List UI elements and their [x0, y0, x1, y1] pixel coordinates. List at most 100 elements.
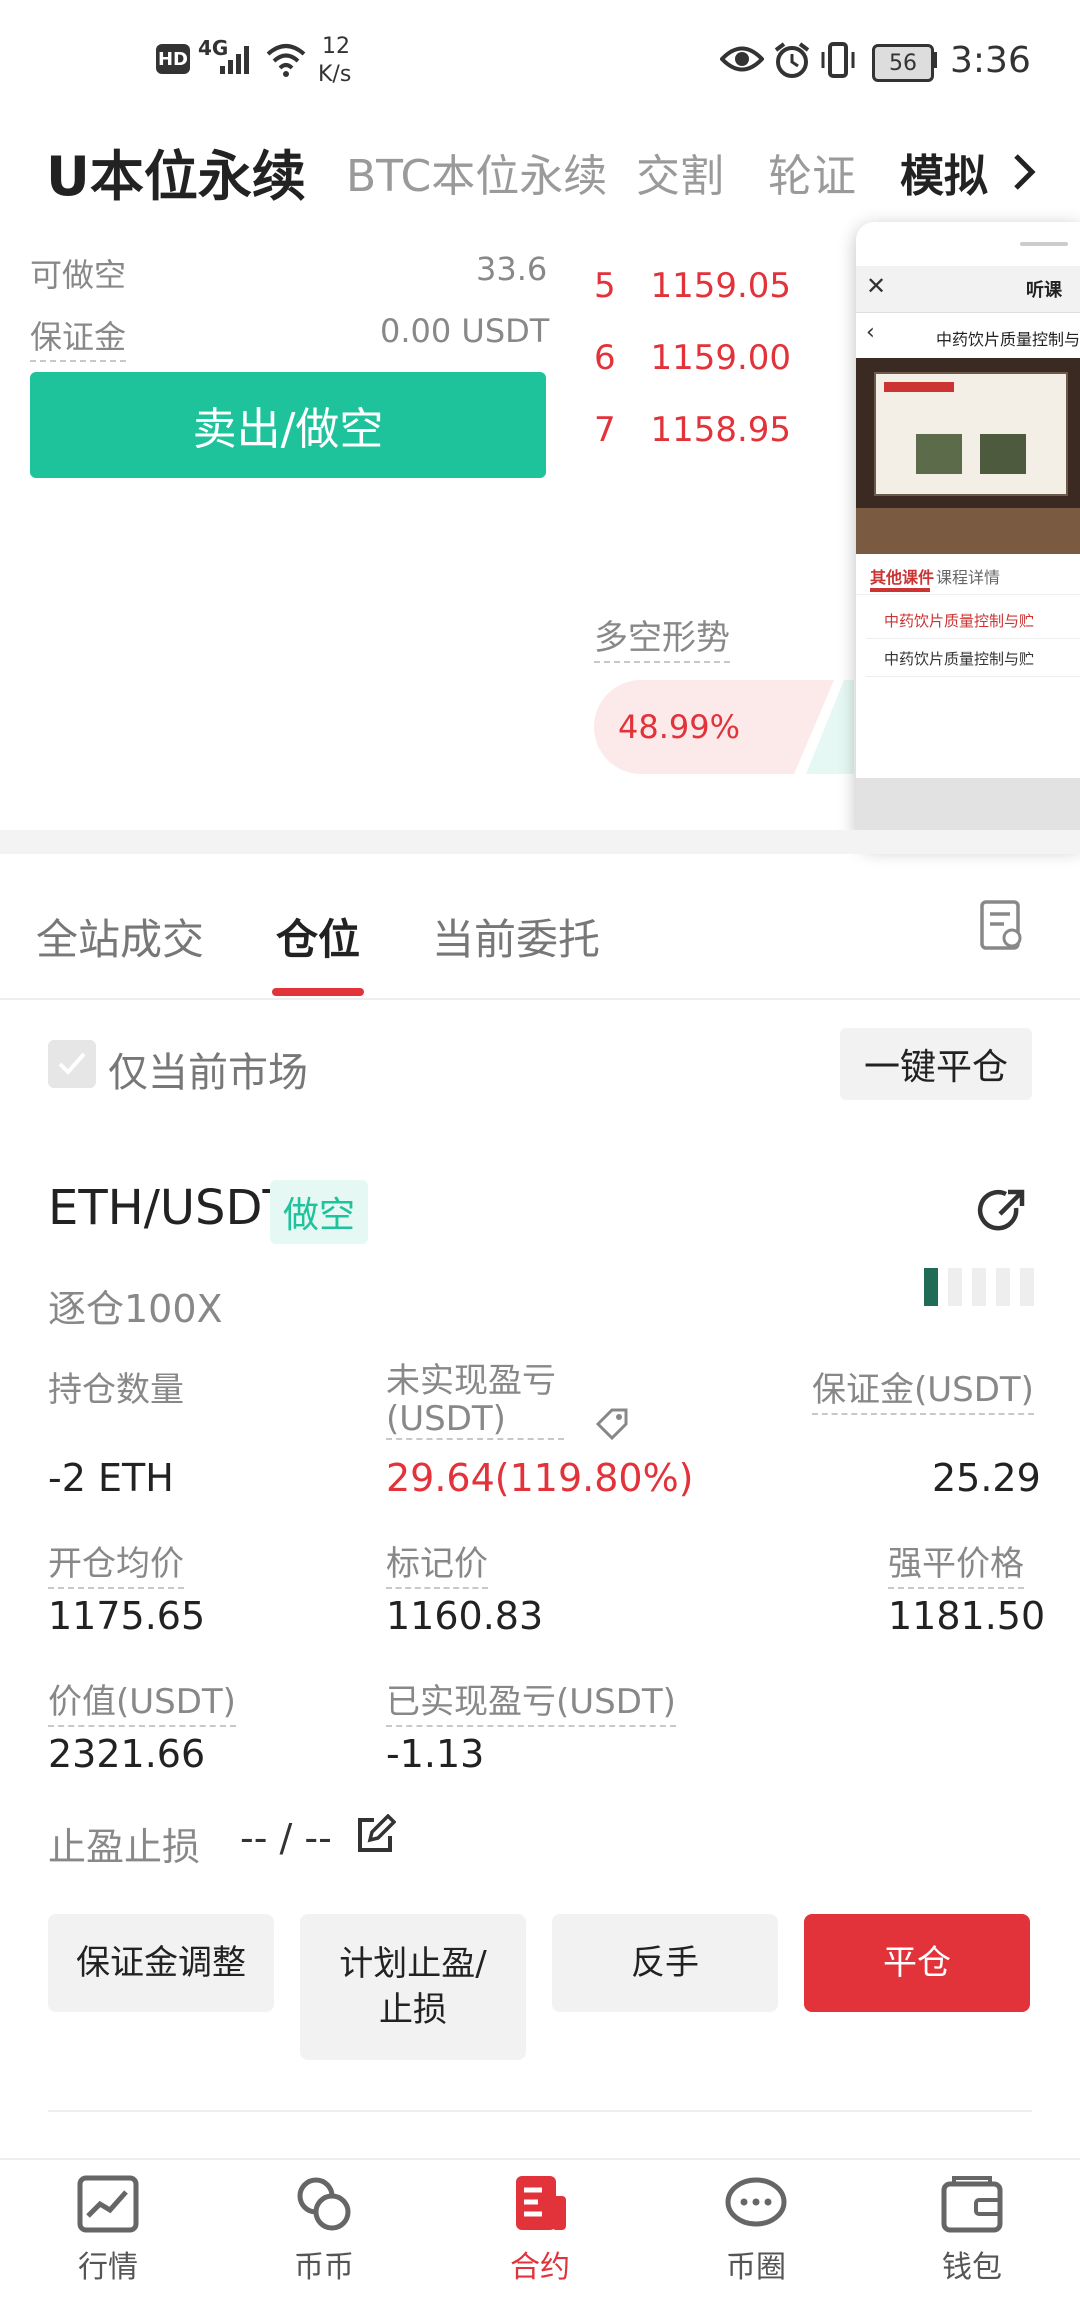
- hd-icon: HD: [156, 44, 190, 74]
- risk-level-bar: [924, 1268, 1034, 1306]
- float-subheader: ‹ 中药饮片质量控制与: [856, 314, 1080, 358]
- nav-market[interactable]: 行情: [48, 2174, 168, 2286]
- float-tab-other[interactable]: 课程详情: [936, 564, 1000, 588]
- qty-label: 持仓数量: [48, 1370, 184, 1410]
- orderbook-index: 6: [594, 338, 616, 378]
- short-available-label: 可做空: [30, 256, 127, 294]
- orderbook-price: 1159.05: [650, 266, 792, 306]
- entry-price-value: 1175.65: [48, 1594, 206, 1638]
- back-icon[interactable]: ‹: [866, 320, 875, 345]
- floating-course-window[interactable]: ✕ 听课 ‹ 中药饮片质量控制与 其他课件 课程详情 中药饮片质量控制与贮 中药…: [856, 222, 1080, 846]
- sell-short-button[interactable]: 卖出/做空: [30, 372, 546, 478]
- short-available-value: 33.6: [476, 250, 548, 288]
- float-tab-underline: [870, 588, 930, 592]
- qty-value: -2 ETH: [48, 1456, 174, 1500]
- list-item[interactable]: 中药饮片质量控制与贮: [866, 640, 1080, 677]
- current-market-checkbox[interactable]: [48, 1040, 96, 1088]
- orderbook-index: 7: [594, 410, 616, 450]
- bottom-navigation: 行情 币币 合约 币圈 钱包: [0, 2158, 1080, 2312]
- vibrate-icon: [821, 42, 855, 78]
- orderbook-row[interactable]: 6 1159.00: [594, 338, 791, 378]
- plan-tpsl-button[interactable]: 计划止盈/ 止损: [300, 1914, 526, 2060]
- chevron-right-icon[interactable]: [1010, 152, 1038, 192]
- orderbook-row[interactable]: 7 1158.95: [594, 410, 791, 450]
- position-margin-label: 保证金(USDT): [812, 1362, 1034, 1415]
- sentiment-long-pct: 48.99%: [618, 708, 741, 746]
- close-all-button[interactable]: 一键平仓: [840, 1028, 1032, 1100]
- reverse-button[interactable]: 反手: [552, 1914, 778, 2012]
- float-subtitle: 中药饮片质量控制与: [936, 330, 1080, 349]
- risk-segment: [1020, 1268, 1034, 1306]
- slide-photo: [980, 434, 1026, 474]
- net-speed-unit: K/s: [318, 62, 352, 87]
- clock: 3:36: [950, 40, 1031, 81]
- nav-label: 钱包: [942, 2250, 1002, 2285]
- slide-photo: [916, 434, 962, 474]
- orderbook-row[interactable]: 5 1159.05: [594, 266, 791, 306]
- adjust-margin-button[interactable]: 保证金调整: [48, 1914, 274, 2012]
- close-icon[interactable]: ✕: [866, 272, 886, 300]
- tpsl-value: -- / --: [240, 1816, 332, 1860]
- nav-label: 行情: [78, 2250, 138, 2285]
- realized-pnl-label: 已实现盈亏(USDT): [386, 1674, 676, 1727]
- nav-contract[interactable]: 合约: [480, 2174, 600, 2286]
- battery-tip: [932, 52, 937, 68]
- divider: [48, 2110, 1032, 2112]
- list-item-label: 中药饮片质量控制与贮: [884, 650, 1035, 668]
- check-icon: [58, 1052, 86, 1075]
- risk-segment: [924, 1268, 938, 1306]
- realized-pnl-value: -1.13: [386, 1732, 485, 1776]
- close-position-button[interactable]: 平仓: [804, 1914, 1030, 2012]
- slide-heading: [884, 382, 954, 392]
- order-history-icon[interactable]: [978, 898, 1026, 954]
- slide-image: [874, 372, 1068, 496]
- list-item[interactable]: 中药饮片质量控制与贮: [866, 602, 1080, 639]
- upnl-label-line1: 未实现盈亏: [386, 1361, 556, 1401]
- battery-icon: 56: [872, 44, 934, 82]
- divider: [0, 998, 1080, 1000]
- tab-open-orders[interactable]: 当前委托: [432, 906, 600, 967]
- nav-label: 币币: [294, 2250, 354, 2285]
- status-bar: HD 4G 12 K/s 56 3:36: [0, 0, 1080, 120]
- share-icon[interactable]: [976, 1186, 1028, 1238]
- upnl-value: 29.64(119.80%): [386, 1456, 694, 1500]
- tab-delivery[interactable]: 交割: [636, 140, 724, 204]
- value-value: 2321.66: [48, 1732, 206, 1776]
- value-label: 价值(USDT): [48, 1674, 236, 1727]
- orderbook-index: 5: [594, 266, 616, 306]
- course-video-thumbnail[interactable]: [856, 358, 1080, 554]
- wifi-icon: [266, 44, 306, 77]
- nav-spot[interactable]: 币币: [264, 2174, 384, 2286]
- tab-u-perpetual[interactable]: U本位永续: [46, 132, 306, 211]
- tab-simulation[interactable]: 模拟: [900, 140, 988, 204]
- tab-all-trades[interactable]: 全站成交: [36, 906, 204, 967]
- market-chart-icon: [77, 2175, 139, 2233]
- alarm-icon: [774, 42, 810, 78]
- upnl-label-line2: (USDT): [386, 1399, 506, 1439]
- tpsl-label: 止盈止损: [48, 1825, 201, 1869]
- only-current-market-label[interactable]: 仅当前市场: [108, 1040, 308, 1098]
- nav-wallet[interactable]: 钱包: [912, 2174, 1032, 2286]
- nav-community[interactable]: 币圈: [696, 2174, 816, 2286]
- edit-icon[interactable]: [354, 1814, 396, 1856]
- drag-handle[interactable]: [1020, 242, 1068, 246]
- tab-warrant[interactable]: 轮证: [768, 140, 856, 204]
- float-tabs: 其他课件 课程详情: [856, 554, 1080, 595]
- tag-icon[interactable]: [594, 1406, 630, 1442]
- list-item-label: 中药饮片质量控制与贮: [884, 612, 1035, 630]
- contract-doc-icon: [516, 2176, 566, 2230]
- eye-icon: [720, 46, 764, 72]
- sentiment-label: 多空形势: [594, 610, 730, 663]
- float-header: ✕ 听课: [856, 266, 1080, 313]
- liq-price-value: 1181.50: [888, 1594, 1046, 1638]
- orderbook-price: 1158.95: [650, 410, 792, 450]
- margin-value: 0.00 USDT: [380, 312, 550, 350]
- plan-tpsl-line1: 计划止盈/: [339, 1944, 487, 1984]
- tab-btc-perpetual[interactable]: BTC本位永续: [346, 140, 607, 204]
- chat-bubble-icon: [725, 2177, 787, 2227]
- position-symbol: ETH/USDT: [48, 1180, 292, 1236]
- float-tab-active[interactable]: 其他课件: [870, 564, 934, 588]
- upnl-label: 未实现盈亏 (USDT): [386, 1362, 564, 1440]
- tab-positions[interactable]: 仓位: [276, 906, 360, 967]
- risk-segment: [996, 1268, 1010, 1306]
